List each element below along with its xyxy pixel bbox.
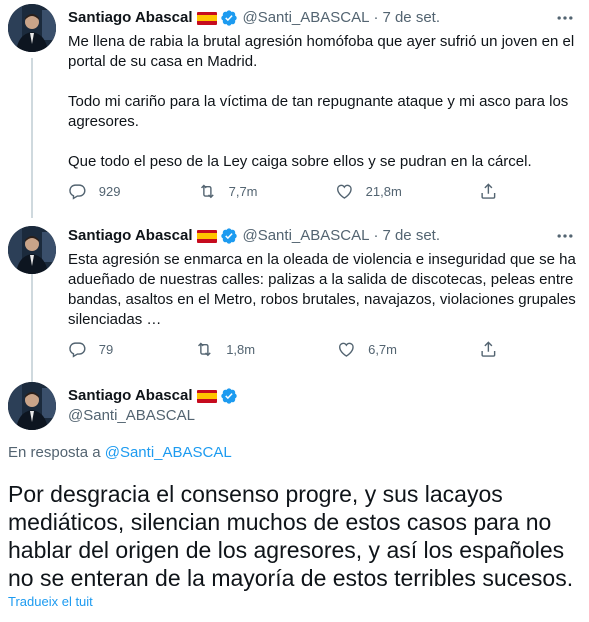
author-handle[interactable]: @Santi_ABASCAL	[242, 8, 369, 28]
tweet-actions: 79 1,8m 6,7m	[68, 340, 498, 359]
retweet-icon	[200, 184, 214, 199]
spain-flag-icon	[197, 389, 218, 403]
reply-count: 929	[98, 183, 121, 199]
reply-prefix: En resposta a	[8, 444, 105, 461]
spain-flag-icon	[197, 229, 218, 243]
translate-tweet-link[interactable]: Tradueix el tuit	[8, 594, 93, 609]
reply-handle-link[interactable]: @Santi_ABASCAL	[105, 444, 232, 461]
tweet-header: Santiago Abascal @Santi_ABASCAL · 7 de s…	[68, 226, 440, 246]
retweet-button[interactable]: 7,7m	[198, 182, 258, 201]
thread-line	[31, 272, 33, 382]
retweet-button[interactable]: 1,8m	[195, 340, 255, 359]
tweet-header: Santiago Abascal	[68, 386, 238, 406]
like-button[interactable]: 6,7m	[337, 340, 397, 359]
reply-button[interactable]: 929	[68, 182, 120, 201]
verified-badge-icon	[221, 388, 238, 404]
share-button[interactable]	[479, 182, 498, 201]
reply-button[interactable]: 79	[68, 340, 113, 359]
like-button[interactable]: 21,8m	[335, 182, 402, 201]
reply-icon	[69, 342, 86, 358]
tweet-paragraph: Esta agresión se enmarca en la oleada de…	[68, 251, 576, 328]
share-button[interactable]	[479, 340, 498, 359]
author-handle[interactable]: @Santi_ABASCAL	[242, 226, 369, 246]
tweet-date[interactable]: 7 de set.	[382, 226, 440, 246]
thread-line	[31, 58, 33, 218]
avatar[interactable]	[8, 4, 56, 52]
tweet-text: Me llena de rabia la brutal agresión hom…	[68, 32, 578, 172]
share-icon	[481, 341, 496, 357]
author-name[interactable]: Santiago Abascal	[68, 8, 192, 28]
spain-flag-icon	[197, 11, 218, 25]
more-icon[interactable]	[555, 226, 575, 246]
tweet-paragraph: Que todo el peso de la Ley caiga sobre e…	[68, 153, 532, 170]
tweet-actions: 929 7,7m 21,8m	[68, 182, 498, 201]
like-count: 21,8m	[365, 183, 402, 199]
author-handle[interactable]: @Santi_ABASCAL	[68, 406, 195, 426]
heart-icon	[339, 342, 355, 357]
separator-dot: ·	[373, 227, 379, 244]
tweet-2[interactable]: Santiago Abascal @Santi_ABASCAL · 7 de s…	[0, 214, 589, 382]
avatar[interactable]	[8, 382, 56, 430]
main-tweet-text: Por desgracia el consenso progre, y sus …	[8, 481, 574, 591]
avatar[interactable]	[8, 226, 56, 274]
retweet-icon	[198, 342, 212, 357]
tweet-text: Esta agresión se enmarca en la oleada de…	[68, 250, 578, 330]
share-icon	[481, 183, 496, 199]
reply-context: En resposta a @Santi_ABASCAL	[8, 444, 232, 461]
tweet-1[interactable]: Santiago Abascal @Santi_ABASCAL · 7 de s…	[0, 0, 589, 218]
like-count: 6,7m	[368, 341, 397, 357]
retweet-count: 7,7m	[228, 183, 258, 199]
tweet-paragraph: Todo mi cariño para la víctima de tan re…	[68, 93, 569, 130]
heart-icon	[336, 184, 352, 199]
more-icon[interactable]	[555, 8, 575, 28]
author-name[interactable]: Santiago Abascal	[68, 386, 192, 406]
verified-badge-icon	[221, 10, 238, 26]
reply-icon	[69, 184, 86, 200]
verified-badge-icon	[221, 228, 238, 244]
tweet-date[interactable]: 7 de set.	[382, 8, 440, 28]
retweet-count: 1,8m	[226, 341, 256, 357]
separator-dot: ·	[373, 9, 379, 26]
tweet-paragraph: Me llena de rabia la brutal agresión hom…	[68, 33, 575, 70]
tweet-header: Santiago Abascal @Santi_ABASCAL · 7 de s…	[68, 8, 440, 28]
author-name[interactable]: Santiago Abascal	[68, 226, 192, 246]
reply-count: 79	[98, 341, 114, 357]
